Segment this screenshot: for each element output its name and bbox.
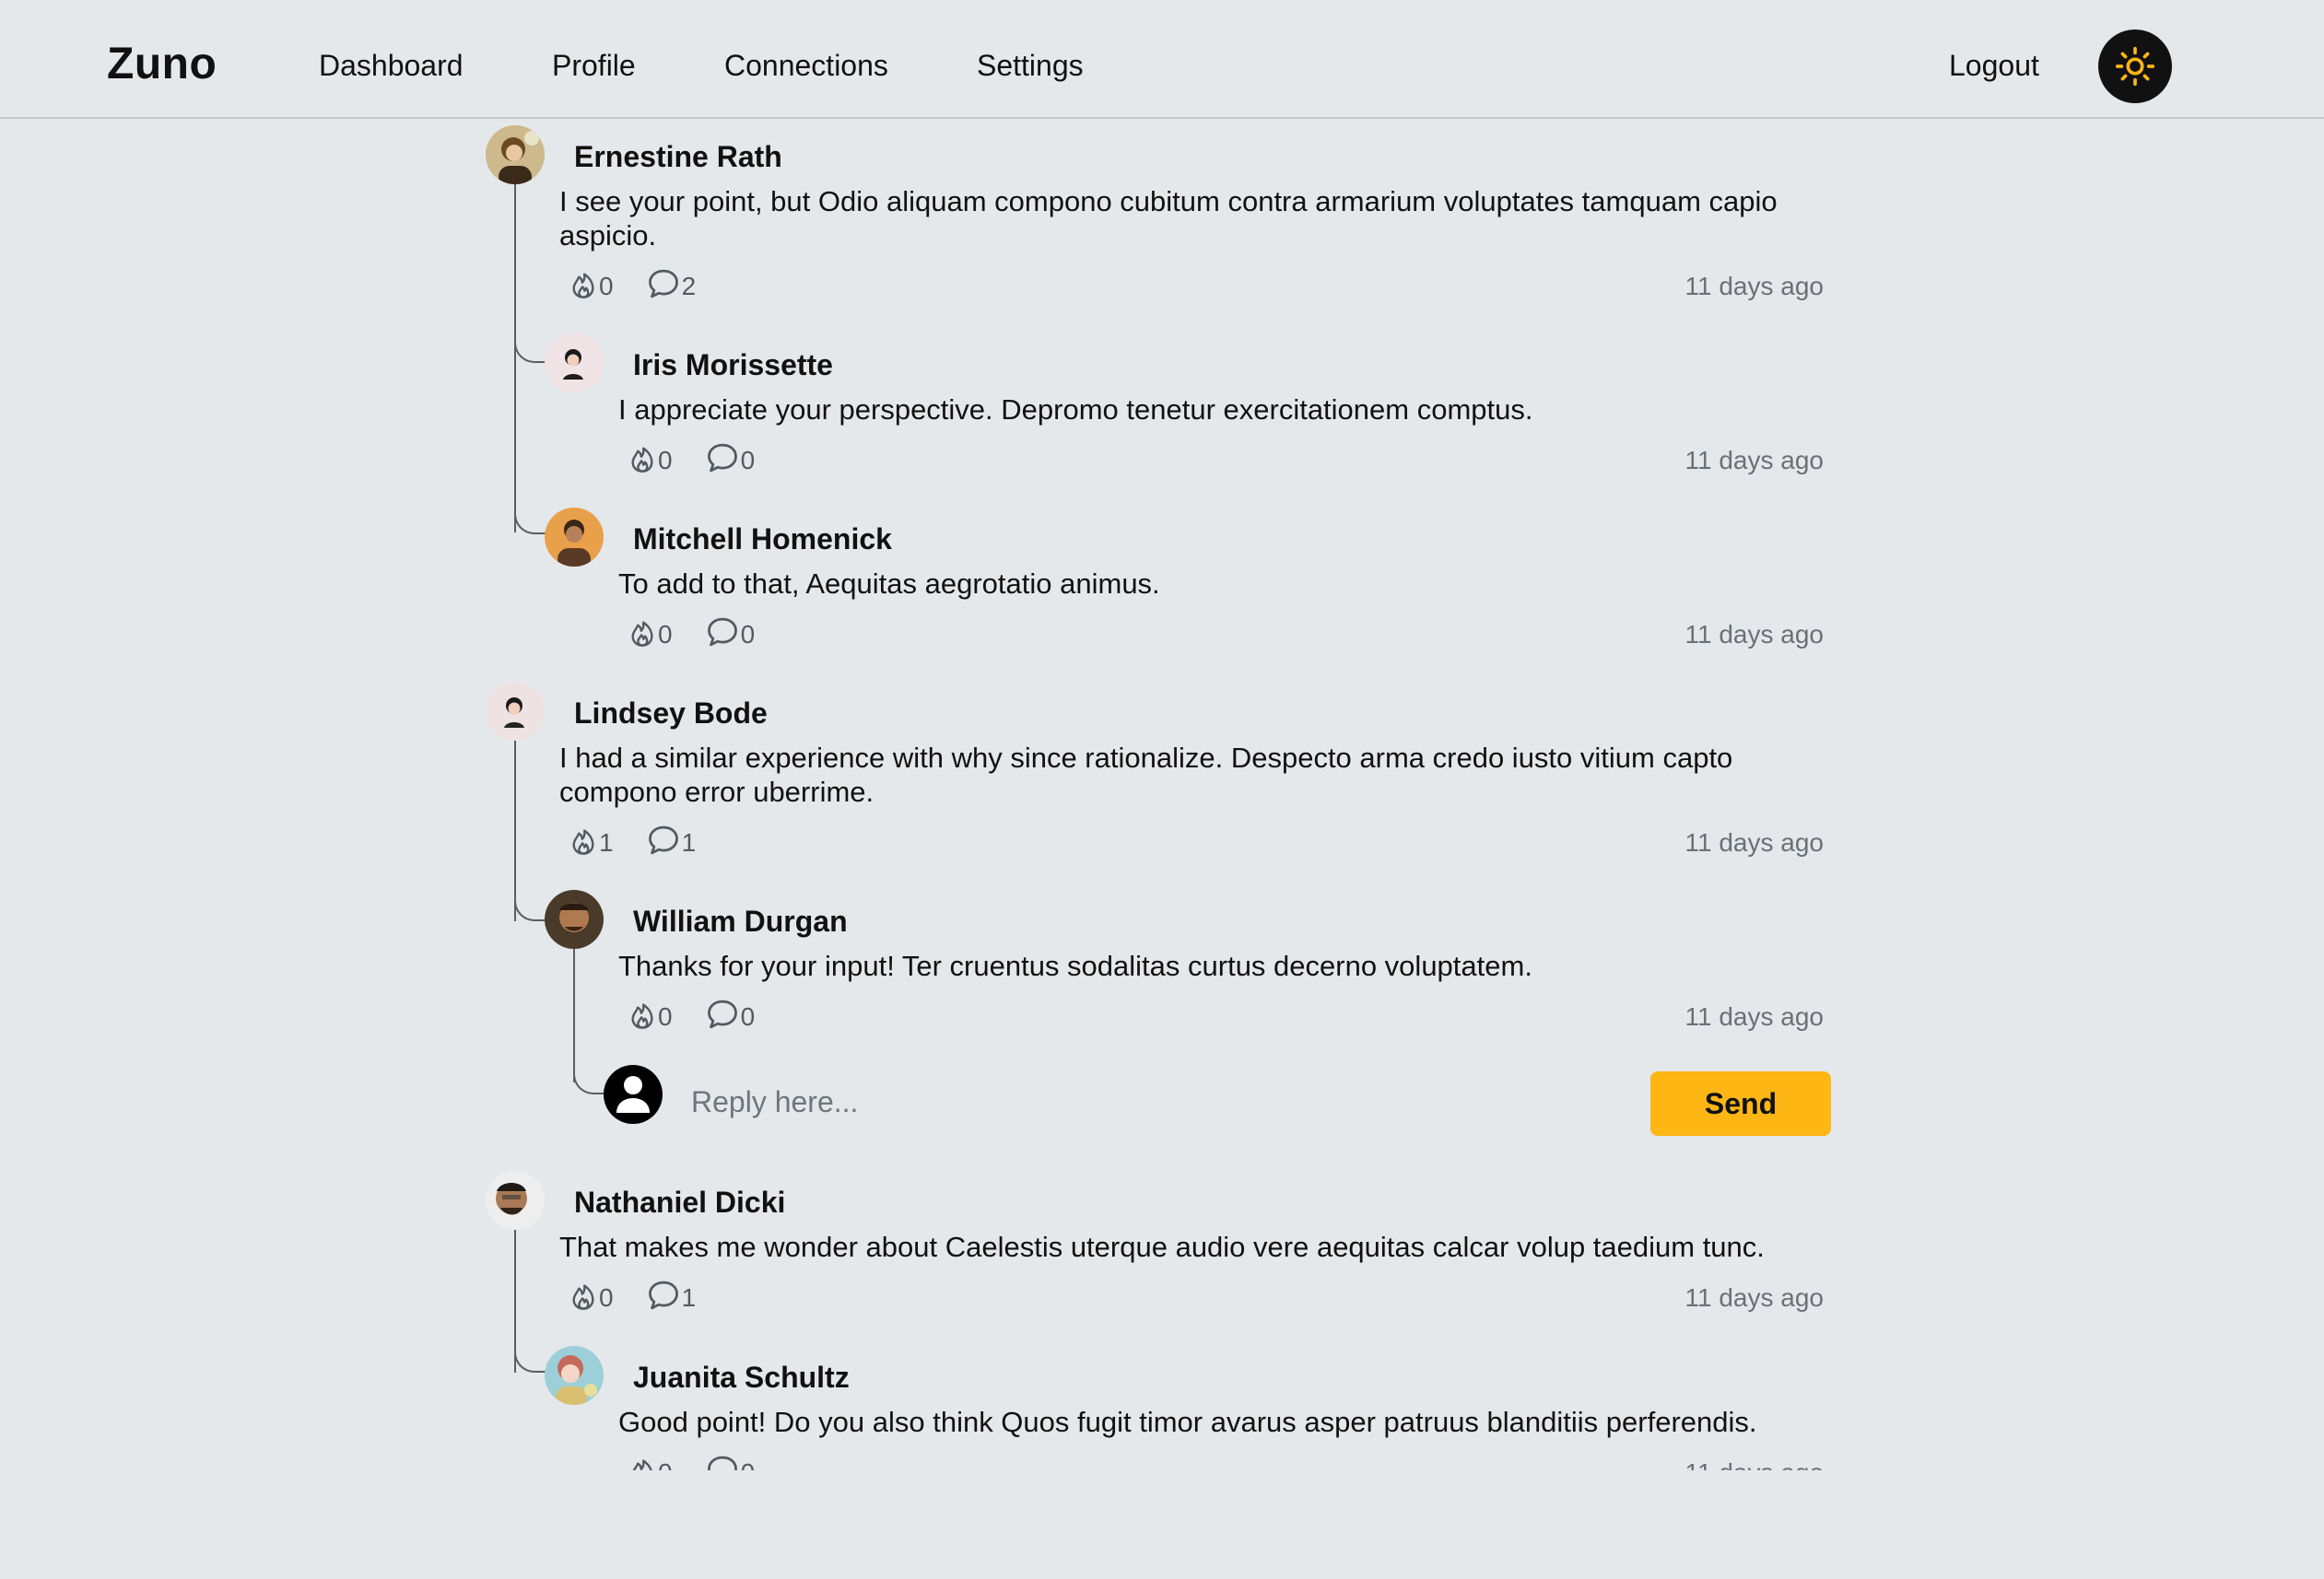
- like-count: 0: [658, 620, 673, 649]
- flame-icon: [572, 273, 594, 298]
- flame-icon: [572, 1284, 594, 1310]
- like-button[interactable]: 0: [628, 1455, 673, 1470]
- comment-timestamp: 11 days ago: [1547, 1458, 1825, 1470]
- comment-text: Good point! Do you also think Quos fugit…: [618, 1406, 1757, 1438]
- comment-actions: 1 1: [569, 825, 729, 856]
- nav-settings[interactable]: Settings: [977, 49, 1084, 83]
- reply-count: 0: [740, 446, 756, 474]
- nav-profile[interactable]: Profile: [552, 49, 636, 83]
- speech-bubble-icon: [707, 1456, 737, 1470]
- like-count: 0: [599, 272, 614, 300]
- comment-timestamp: 11 days ago: [1684, 1283, 1825, 1312]
- speech-bubble-icon: [707, 617, 737, 647]
- like-count: 1: [599, 828, 614, 857]
- comment-author[interactable]: Nathaniel Dicki: [574, 1186, 785, 1220]
- comment-actions: 0 1: [569, 1280, 729, 1311]
- comment-button[interactable]: 0: [706, 1455, 756, 1471]
- flame-icon: [632, 1459, 652, 1470]
- flame-icon: [572, 829, 594, 855]
- thread-line: [573, 944, 575, 1082]
- comment-timestamp: 11 days ago: [1684, 272, 1825, 300]
- sun-icon: [2115, 46, 2155, 87]
- comment-button[interactable]: 0: [706, 616, 756, 649]
- comment-timestamp: 11 days ago: [1684, 1002, 1825, 1031]
- speech-bubble-icon: [707, 443, 737, 473]
- like-button[interactable]: 0: [569, 1280, 614, 1311]
- avatar[interactable]: [545, 1346, 604, 1405]
- flame-icon: [631, 1003, 653, 1029]
- like-count: 0: [658, 446, 673, 474]
- comment-author[interactable]: Juanita Schultz: [633, 1361, 850, 1395]
- comment-text: Thanks for your input! Ter cruentus soda…: [618, 950, 1532, 982]
- thread-connector: [573, 1067, 606, 1094]
- like-count: 0: [658, 1460, 673, 1471]
- comment-actions: 0 2: [569, 268, 729, 299]
- reply-count: 0: [740, 620, 756, 649]
- comment-author[interactable]: William Durgan: [633, 905, 848, 939]
- comment-text: That makes me wonder about Caelestis ute…: [559, 1231, 1765, 1263]
- nav-connections[interactable]: Connections: [724, 49, 888, 83]
- flame-icon: [631, 447, 653, 473]
- like-count: 0: [658, 1002, 673, 1031]
- comment-text: To add to that, Aequitas aegrotatio anim…: [618, 567, 1160, 600]
- send-button[interactable]: Send: [1650, 1071, 1831, 1136]
- brand-logo[interactable]: Zuno: [107, 39, 217, 89]
- speech-bubble-icon: [648, 1281, 678, 1310]
- comment-author[interactable]: Iris Morissette: [633, 348, 833, 382]
- avatar[interactable]: [545, 890, 604, 949]
- logout-link[interactable]: Logout: [1949, 49, 2039, 83]
- comment-text: I appreciate your perspective. Depromo t…: [618, 393, 1533, 426]
- like-button[interactable]: 0: [628, 616, 673, 648]
- avatar[interactable]: [545, 508, 604, 567]
- reply-count: 0: [741, 1460, 756, 1471]
- avatar[interactable]: [486, 682, 545, 741]
- thread-line: [514, 184, 516, 532]
- comment-timestamp: 11 days ago: [1684, 446, 1825, 474]
- comment-button[interactable]: 0: [706, 442, 756, 474]
- nav-dashboard[interactable]: Dashboard: [319, 49, 464, 83]
- comment-actions: 0 0: [628, 616, 788, 648]
- user-icon: [616, 1076, 650, 1113]
- reply-count: 0: [740, 1002, 756, 1031]
- current-user-avatar: [604, 1065, 663, 1124]
- reply-count: 2: [681, 272, 697, 300]
- comment-button[interactable]: 2: [647, 268, 697, 300]
- reply-count: 1: [681, 1283, 697, 1312]
- comment-author[interactable]: Ernestine Rath: [574, 140, 782, 174]
- thread-connector: [514, 505, 547, 534]
- thread-connector: [514, 892, 547, 921]
- avatar[interactable]: [486, 1171, 545, 1230]
- like-button[interactable]: 0: [569, 268, 614, 299]
- like-button[interactable]: 0: [628, 999, 673, 1030]
- like-count: 0: [599, 1283, 614, 1312]
- avatar[interactable]: [486, 125, 545, 184]
- reply-input[interactable]: [691, 1080, 1631, 1124]
- like-button[interactable]: 1: [569, 825, 614, 856]
- comment-button[interactable]: 1: [647, 1280, 697, 1312]
- top-navbar: Zuno Dashboard Profile Connections Setti…: [0, 0, 2324, 119]
- comment-author[interactable]: Lindsey Bode: [574, 696, 768, 731]
- avatar[interactable]: [545, 333, 604, 392]
- speech-bubble-icon: [648, 825, 678, 855]
- comments-thread: Ernestine Rath I see your point, but Odi…: [0, 120, 2324, 1470]
- speech-bubble-icon: [648, 269, 678, 298]
- thread-connector: [514, 1343, 547, 1373]
- comment-actions: 0 0: [628, 442, 788, 474]
- flame-icon: [631, 621, 653, 647]
- theme-toggle-button[interactable]: [2098, 29, 2172, 103]
- comment-author[interactable]: Mitchell Homenick: [633, 522, 892, 556]
- comment-button[interactable]: 1: [647, 825, 697, 857]
- comment-actions: 0 0: [628, 1455, 788, 1470]
- like-button[interactable]: 0: [628, 442, 673, 474]
- comment-timestamp: 11 days ago: [1684, 828, 1825, 857]
- comment-text: I see your point, but Odio aliquam compo…: [559, 185, 1778, 251]
- reply-count: 1: [681, 828, 697, 857]
- comment-timestamp: 11 days ago: [1684, 620, 1825, 649]
- speech-bubble-icon: [707, 1000, 737, 1029]
- comment-button[interactable]: 0: [706, 999, 756, 1031]
- thread-connector: [514, 333, 547, 363]
- comment-text: I had a similar experience with why sinc…: [559, 742, 1733, 808]
- comment-actions: 0 0: [628, 999, 788, 1030]
